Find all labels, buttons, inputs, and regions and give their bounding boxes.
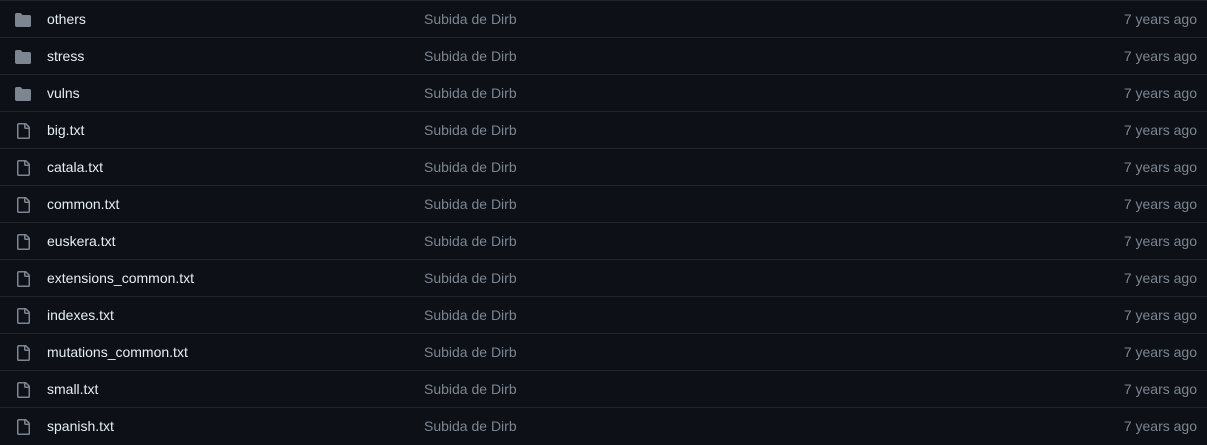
file-row-indexes-txt[interactable]: indexes.txt Subida de Dirb 7 years ago bbox=[0, 297, 1207, 334]
commit-message-link[interactable]: Subida de Dirb bbox=[424, 186, 517, 223]
file-row-mutations-common-txt[interactable]: mutations_common.txt Subida de Dirb 7 ye… bbox=[0, 334, 1207, 371]
commit-message-link[interactable]: Subida de Dirb bbox=[424, 149, 517, 186]
file-name-link[interactable]: common.txt bbox=[47, 186, 119, 223]
file-name-link[interactable]: catala.txt bbox=[47, 149, 103, 186]
file-name-link[interactable]: indexes.txt bbox=[47, 297, 114, 334]
file-row-extensions-common-txt[interactable]: extensions_common.txt Subida de Dirb 7 y… bbox=[0, 260, 1207, 297]
commit-age: 7 years ago bbox=[1123, 11, 1197, 27]
file-name-link[interactable]: big.txt bbox=[47, 112, 84, 149]
commit-age: 7 years ago bbox=[1123, 381, 1197, 397]
commit-age: 7 years ago bbox=[1123, 48, 1197, 64]
commit-age: 7 years ago bbox=[1123, 159, 1197, 175]
file-row-small-txt[interactable]: small.txt Subida de Dirb 7 years ago bbox=[0, 371, 1207, 408]
file-name-link[interactable]: others bbox=[47, 1, 86, 38]
file-icon bbox=[17, 123, 30, 139]
commit-message-link[interactable]: Subida de Dirb bbox=[424, 223, 517, 260]
commit-age: 7 years ago bbox=[1123, 85, 1197, 101]
file-icon bbox=[17, 382, 30, 398]
commit-message-link[interactable]: Subida de Dirb bbox=[424, 334, 517, 371]
commit-message-link[interactable]: Subida de Dirb bbox=[424, 75, 517, 112]
file-icon bbox=[17, 197, 30, 213]
file-icon bbox=[17, 160, 30, 176]
file-row-euskera-txt[interactable]: euskera.txt Subida de Dirb 7 years ago bbox=[0, 223, 1207, 260]
folder-row-vulns[interactable]: vulns Subida de Dirb 7 years ago bbox=[0, 75, 1207, 112]
commit-message-link[interactable]: Subida de Dirb bbox=[424, 112, 517, 149]
folder-icon bbox=[15, 13, 31, 27]
commit-age: 7 years ago bbox=[1123, 270, 1197, 286]
commit-age: 7 years ago bbox=[1123, 122, 1197, 138]
commit-message-link[interactable]: Subida de Dirb bbox=[424, 408, 517, 445]
commit-message-link[interactable]: Subida de Dirb bbox=[424, 297, 517, 334]
file-icon bbox=[17, 271, 30, 287]
file-icon bbox=[17, 419, 30, 435]
commit-message-link[interactable]: Subida de Dirb bbox=[424, 371, 517, 408]
file-name-link[interactable]: mutations_common.txt bbox=[47, 334, 188, 371]
folder-row-others[interactable]: others Subida de Dirb 7 years ago bbox=[0, 1, 1207, 38]
file-row-catala-txt[interactable]: catala.txt Subida de Dirb 7 years ago bbox=[0, 149, 1207, 186]
file-row-spanish-txt[interactable]: spanish.txt Subida de Dirb 7 years ago bbox=[0, 408, 1207, 445]
commit-age: 7 years ago bbox=[1123, 344, 1197, 360]
commit-message-link[interactable]: Subida de Dirb bbox=[424, 260, 517, 297]
file-name-link[interactable]: stress bbox=[47, 38, 84, 75]
file-row-big-txt[interactable]: big.txt Subida de Dirb 7 years ago bbox=[0, 112, 1207, 149]
file-row-common-txt[interactable]: common.txt Subida de Dirb 7 years ago bbox=[0, 186, 1207, 223]
commit-age: 7 years ago bbox=[1123, 196, 1197, 212]
commit-age: 7 years ago bbox=[1123, 418, 1197, 434]
commit-message-link[interactable]: Subida de Dirb bbox=[424, 1, 517, 38]
commit-message-link[interactable]: Subida de Dirb bbox=[424, 38, 517, 75]
file-name-link[interactable]: euskera.txt bbox=[47, 223, 115, 260]
file-name-link[interactable]: extensions_common.txt bbox=[47, 260, 194, 297]
folder-icon bbox=[15, 50, 31, 64]
commit-age: 7 years ago bbox=[1123, 233, 1197, 249]
file-name-link[interactable]: vulns bbox=[47, 75, 80, 112]
file-icon bbox=[17, 345, 30, 361]
commit-age: 7 years ago bbox=[1123, 307, 1197, 323]
folder-icon bbox=[15, 87, 31, 101]
file-rows: others Subida de Dirb 7 years ago stress… bbox=[0, 1, 1207, 445]
file-name-link[interactable]: spanish.txt bbox=[47, 408, 114, 445]
file-icon bbox=[17, 234, 30, 250]
file-name-link[interactable]: small.txt bbox=[47, 371, 98, 408]
file-icon bbox=[17, 308, 30, 324]
file-list: others Subida de Dirb 7 years ago stress… bbox=[0, 0, 1207, 444]
folder-row-stress[interactable]: stress Subida de Dirb 7 years ago bbox=[0, 38, 1207, 75]
